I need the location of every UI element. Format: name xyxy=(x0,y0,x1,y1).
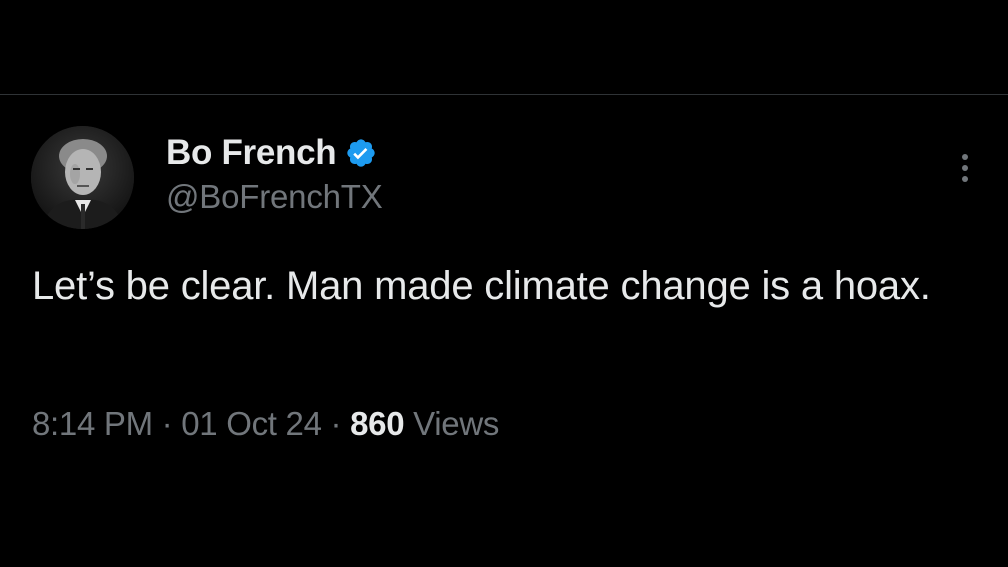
views-count[interactable]: 860 xyxy=(350,405,404,442)
author-handle[interactable]: @BoFrenchTX xyxy=(166,178,383,216)
meta-separator: · xyxy=(330,405,342,442)
more-vertical-icon[interactable] xyxy=(950,148,980,188)
more-dot xyxy=(962,176,968,182)
verified-badge-icon[interactable] xyxy=(345,137,377,169)
tweet-time[interactable]: 8:14 PM xyxy=(32,405,153,442)
meta-separator: · xyxy=(161,405,173,442)
profile-photo-icon xyxy=(31,126,134,229)
more-dot xyxy=(962,165,968,171)
top-divider xyxy=(0,94,1008,95)
avatar[interactable] xyxy=(31,126,134,229)
author-name-row: Bo French xyxy=(166,130,377,176)
author-display-name[interactable]: Bo French xyxy=(166,133,337,173)
views-label: Views xyxy=(413,405,500,442)
tweet-text: Let’s be clear. Man made climate change … xyxy=(32,264,931,308)
more-dot xyxy=(962,154,968,160)
tweet-date[interactable]: 01 Oct 24 xyxy=(181,405,322,442)
tweet-meta: 8:14 PM · 01 Oct 24 · 860 Views xyxy=(32,405,499,443)
